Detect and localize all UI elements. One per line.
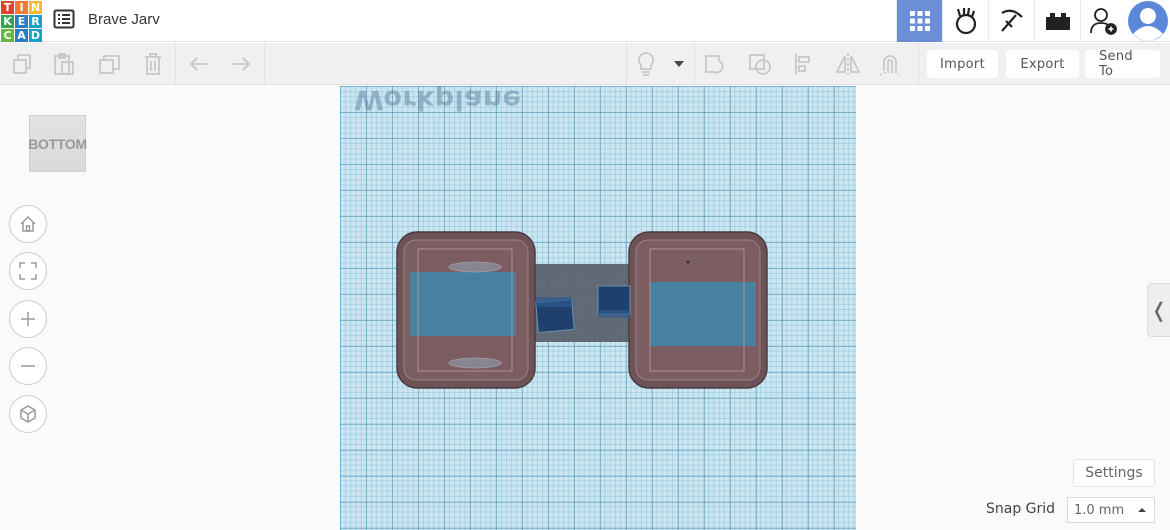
mirror-icon[interactable] [834, 50, 862, 78]
align-icon[interactable] [790, 50, 818, 78]
export-button[interactable]: Export [1006, 50, 1079, 78]
logo-letter: I [15, 1, 28, 14]
chevron-up-icon [1138, 508, 1146, 512]
bricks-icon[interactable] [1034, 0, 1080, 42]
snap-grid-value: 1.0 mm [1074, 502, 1125, 518]
group-icon[interactable] [702, 50, 730, 78]
ungroup-icon[interactable] [746, 50, 774, 78]
circuits-hand-icon[interactable] [942, 0, 988, 42]
logo-letter: C [1, 29, 14, 42]
dropdown-arrow-icon[interactable] [666, 50, 692, 78]
snap-grid-label: Snap Grid [986, 501, 1056, 517]
import-button[interactable]: Import [927, 50, 998, 78]
logo-letter: K [1, 15, 14, 28]
redo-icon[interactable] [227, 50, 255, 78]
zoom-in-icon[interactable] [9, 300, 47, 338]
right-cube[interactable] [597, 285, 631, 318]
logo-letter: A [15, 29, 28, 42]
logo-letter: R [29, 15, 42, 28]
right-housing[interactable] [628, 231, 768, 389]
left-housing[interactable] [396, 231, 536, 389]
project-title[interactable]: Brave Jarv [88, 11, 160, 28]
cruise-magnet-icon[interactable] [876, 50, 904, 78]
copy-icon[interactable] [8, 50, 36, 78]
view-cube[interactable]: BOTTOM [28, 115, 87, 172]
home-view-icon[interactable] [9, 205, 47, 243]
snap-grid-select[interactable]: 1.0 mm [1067, 497, 1155, 523]
workspace: BOTTOM Workplane ❬ Settings Snap Grid 1.… [0, 86, 1170, 530]
tinkercad-logo[interactable]: TIN KER CAD [0, 0, 42, 42]
edit-toolbar: Import Export Send To [0, 43, 1170, 85]
fit-view-icon[interactable] [9, 252, 47, 290]
grid-view-icon[interactable] [896, 0, 942, 42]
delete-icon[interactable] [139, 50, 167, 78]
top-bar: TIN KER CAD Brave Jarv [0, 0, 1170, 42]
logo-letter: D [29, 29, 42, 42]
logo-letter: T [1, 1, 14, 14]
settings-button[interactable]: Settings [1073, 459, 1155, 487]
minecraft-pickaxe-icon[interactable] [988, 0, 1034, 42]
workplane[interactable]: Workplane [340, 86, 856, 530]
invite-user-icon[interactable] [1080, 0, 1126, 42]
perspective-icon[interactable] [9, 395, 47, 433]
logo-letter: N [29, 1, 42, 14]
logo-letter: E [15, 15, 28, 28]
undo-icon[interactable] [185, 50, 213, 78]
user-avatar[interactable] [1126, 0, 1170, 42]
duplicate-icon[interactable] [96, 50, 124, 78]
light-bulb-icon[interactable] [632, 50, 660, 78]
send-to-button[interactable]: Send To [1085, 49, 1160, 79]
left-cube[interactable] [535, 297, 575, 334]
collapse-panel-tab[interactable]: ❬ [1147, 283, 1170, 337]
design-shapes [396, 231, 768, 389]
design-list-icon[interactable] [53, 9, 75, 29]
zoom-out-icon[interactable] [9, 347, 47, 385]
top-nav [896, 0, 1170, 42]
paste-icon[interactable] [50, 50, 78, 78]
